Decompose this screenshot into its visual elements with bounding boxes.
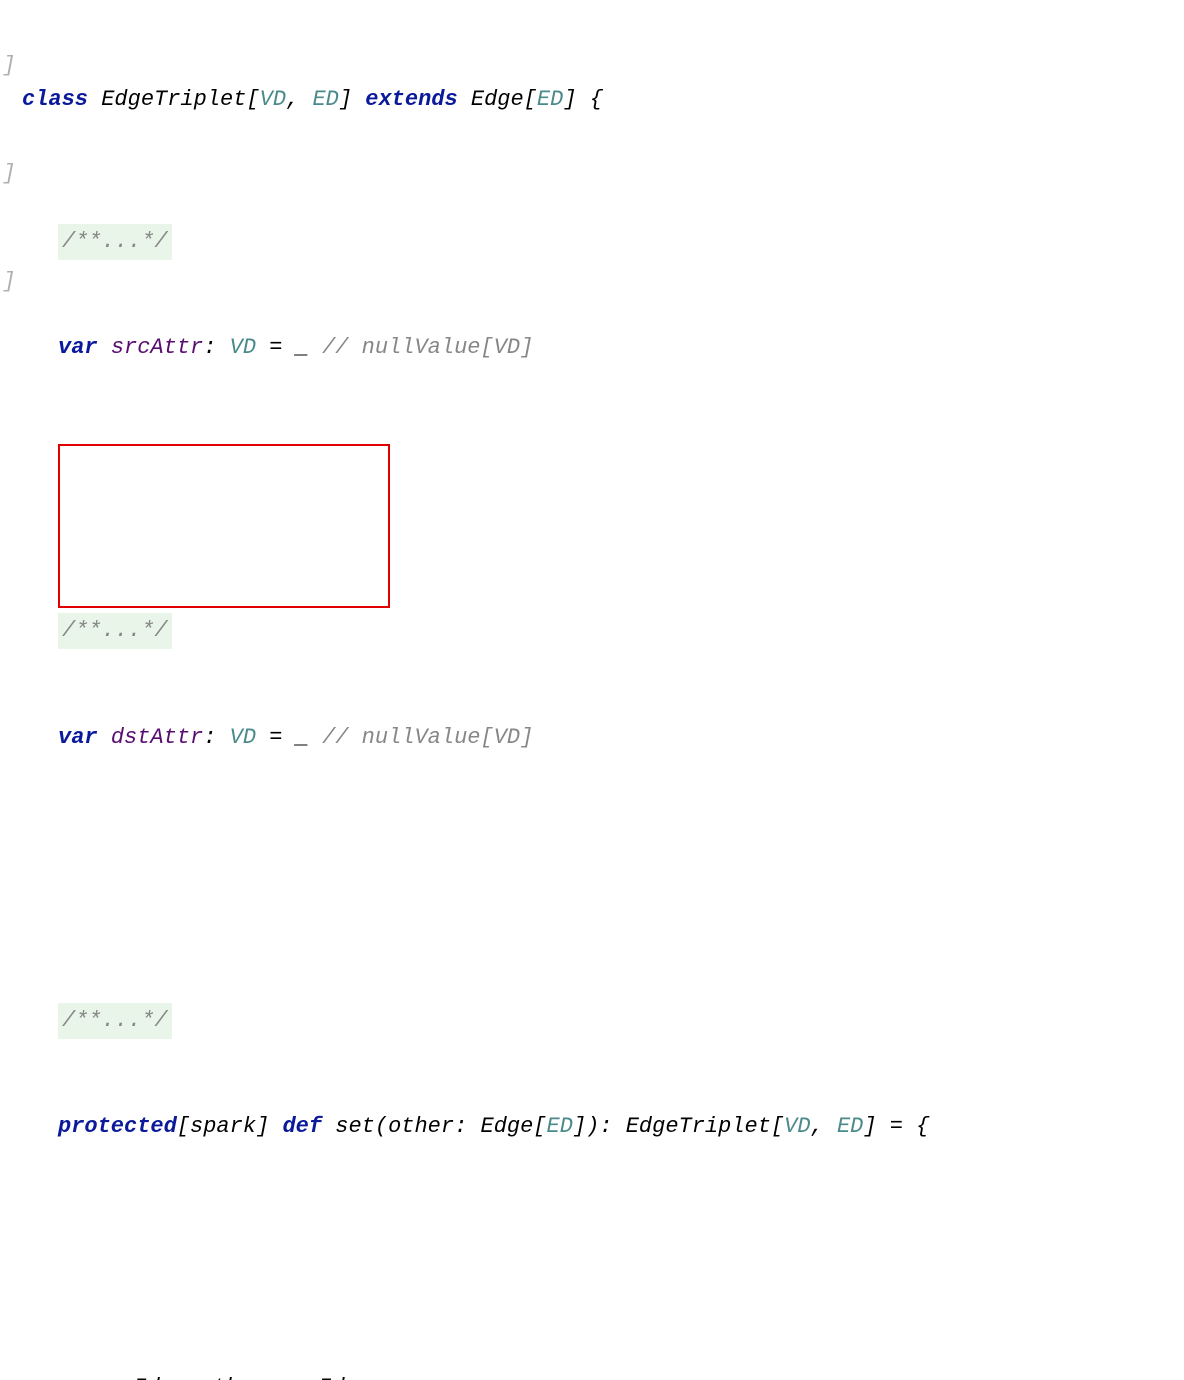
type-param: ED xyxy=(837,1114,863,1139)
comment: // nullValue[VD] xyxy=(322,335,533,360)
type-param: VD xyxy=(230,335,256,360)
code-line: var dstAttr: VD = _ // nullValue[VD] xyxy=(22,720,1184,756)
code-line: protected[spark] def set(other: Edge[ED]… xyxy=(22,1109,1184,1145)
fold-icon[interactable]: ] xyxy=(0,48,18,84)
blank-line xyxy=(22,1251,1184,1265)
code-line: /**...*/ xyxy=(22,613,1184,649)
doc-comment: /**...*/ xyxy=(58,224,172,260)
comment: // nullValue[VD] xyxy=(322,725,533,750)
field: dstAttr xyxy=(111,725,203,750)
code-line: class EdgeTriplet[VD, ED] extends Edge[E… xyxy=(22,82,1184,118)
editor-gutter: ] ] ] xyxy=(0,12,18,336)
blank-line xyxy=(22,472,1184,508)
code-block: class EdgeTriplet[VD, ED] extends Edge[E… xyxy=(0,12,1184,1380)
code-line: /**...*/ xyxy=(22,1003,1184,1039)
code-line: /**...*/ xyxy=(22,224,1184,260)
type-param: VD xyxy=(784,1114,810,1139)
type-param: VD xyxy=(230,725,256,750)
fold-icon[interactable]: ] xyxy=(0,156,18,192)
keyword: var xyxy=(58,725,98,750)
keyword: class xyxy=(22,87,88,112)
blank-line xyxy=(22,861,1184,897)
doc-comment: /**...*/ xyxy=(58,1003,172,1039)
type-param: ED xyxy=(547,1114,573,1139)
keyword: protected xyxy=(58,1114,177,1139)
fold-icon[interactable]: ] xyxy=(0,264,18,300)
code-line: var srcAttr: VD = _ // nullValue[VD] xyxy=(22,330,1184,366)
doc-comment: /**...*/ xyxy=(58,613,172,649)
type-param: ED xyxy=(312,87,338,112)
fold-icon[interactable] xyxy=(0,12,18,48)
keyword: extends xyxy=(365,87,457,112)
field: srcAttr xyxy=(111,335,203,360)
code-line: srcId = other.srcId xyxy=(22,1370,1184,1380)
keyword: def xyxy=(282,1114,322,1139)
type-param: ED xyxy=(537,87,563,112)
keyword: var xyxy=(58,335,98,360)
type-param: VD xyxy=(260,87,286,112)
